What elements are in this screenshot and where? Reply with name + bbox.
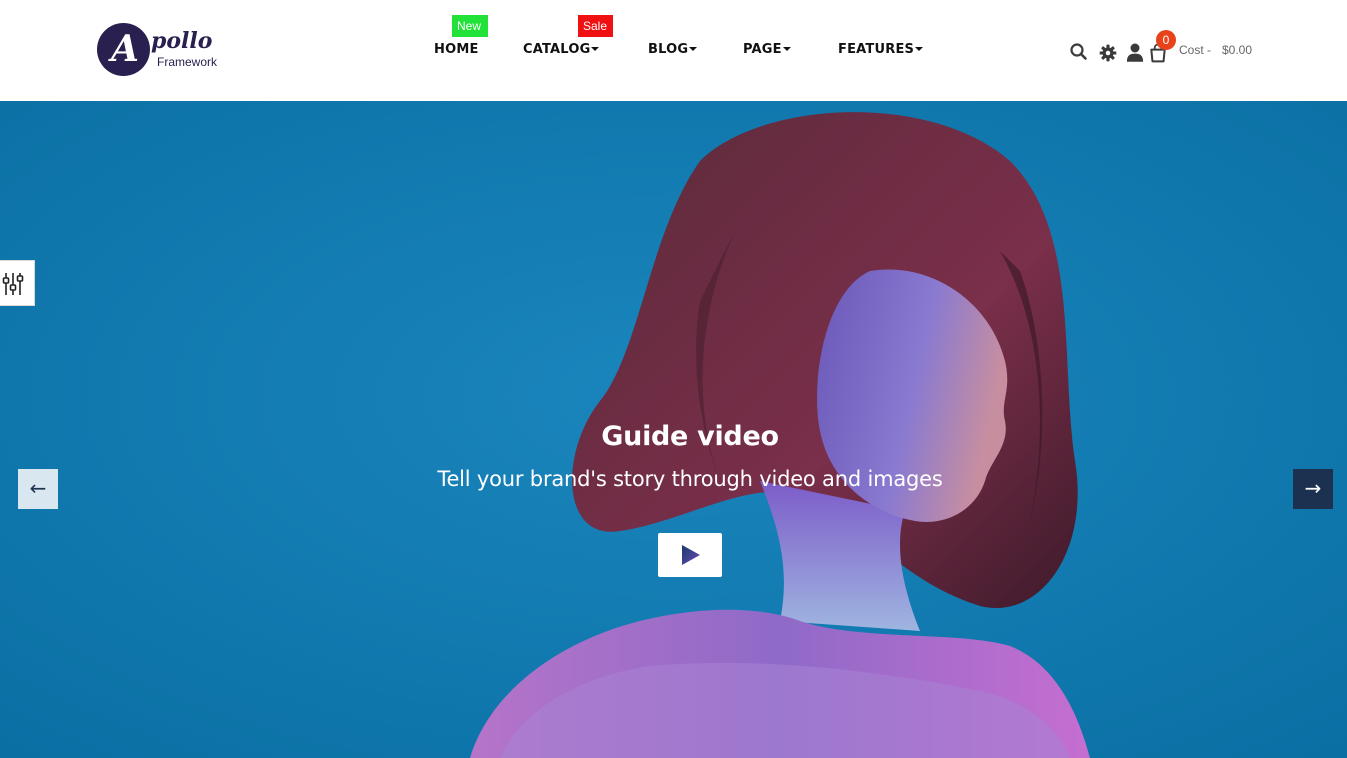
site-header: A pollo Framework New Sale HOME CATALOG … [0, 0, 1347, 101]
sliders-icon [2, 273, 24, 295]
nav-item-label: CATALOG [523, 42, 591, 57]
nav-item-label: BLOG [648, 42, 689, 57]
nav-badge-sale: Sale [578, 15, 613, 37]
cart-count-badge: 0 [1156, 30, 1176, 50]
cart-cost-value[interactable]: $0.00 [1222, 43, 1252, 57]
nav-item-page[interactable]: PAGE [743, 40, 791, 62]
nav-badge-new: New [452, 15, 488, 37]
nav-item-blog[interactable]: BLOG [648, 40, 698, 62]
nav-item-home[interactable]: HOME [434, 40, 479, 62]
caret-down-icon [591, 47, 600, 51]
cart-cost-label: Cost - [1179, 43, 1212, 57]
gear-icon[interactable] [1098, 41, 1118, 65]
hero-title: Guide video [601, 421, 779, 452]
caret-down-icon [915, 47, 924, 51]
logo-subtitle: Framework [157, 55, 218, 69]
play-video-button[interactable] [658, 533, 722, 577]
slider-prev-button[interactable]: ← [18, 469, 58, 509]
play-icon [682, 545, 700, 565]
nav-item-label: HOME [434, 42, 479, 57]
nav-item-catalog[interactable]: CATALOG [523, 40, 600, 62]
nav-item-features[interactable]: FEATURES [838, 40, 924, 62]
settings-panel-toggle[interactable] [0, 260, 35, 306]
hero-slider: Guide video Tell your brand's story thro… [0, 101, 1347, 758]
caret-down-icon [689, 47, 698, 51]
slider-next-button[interactable]: → [1293, 469, 1333, 509]
caret-down-icon [782, 47, 791, 51]
logo-word: pollo [151, 28, 213, 54]
search-icon[interactable] [1069, 40, 1089, 64]
logo-initial: A [111, 28, 139, 70]
nav-item-label: PAGE [743, 42, 782, 57]
nav-item-label: FEATURES [838, 42, 915, 57]
hero-subtitle: Tell your brand's story through video an… [437, 467, 943, 491]
brand-logo[interactable]: A pollo Framework [97, 23, 237, 78]
user-icon[interactable] [1125, 41, 1145, 65]
